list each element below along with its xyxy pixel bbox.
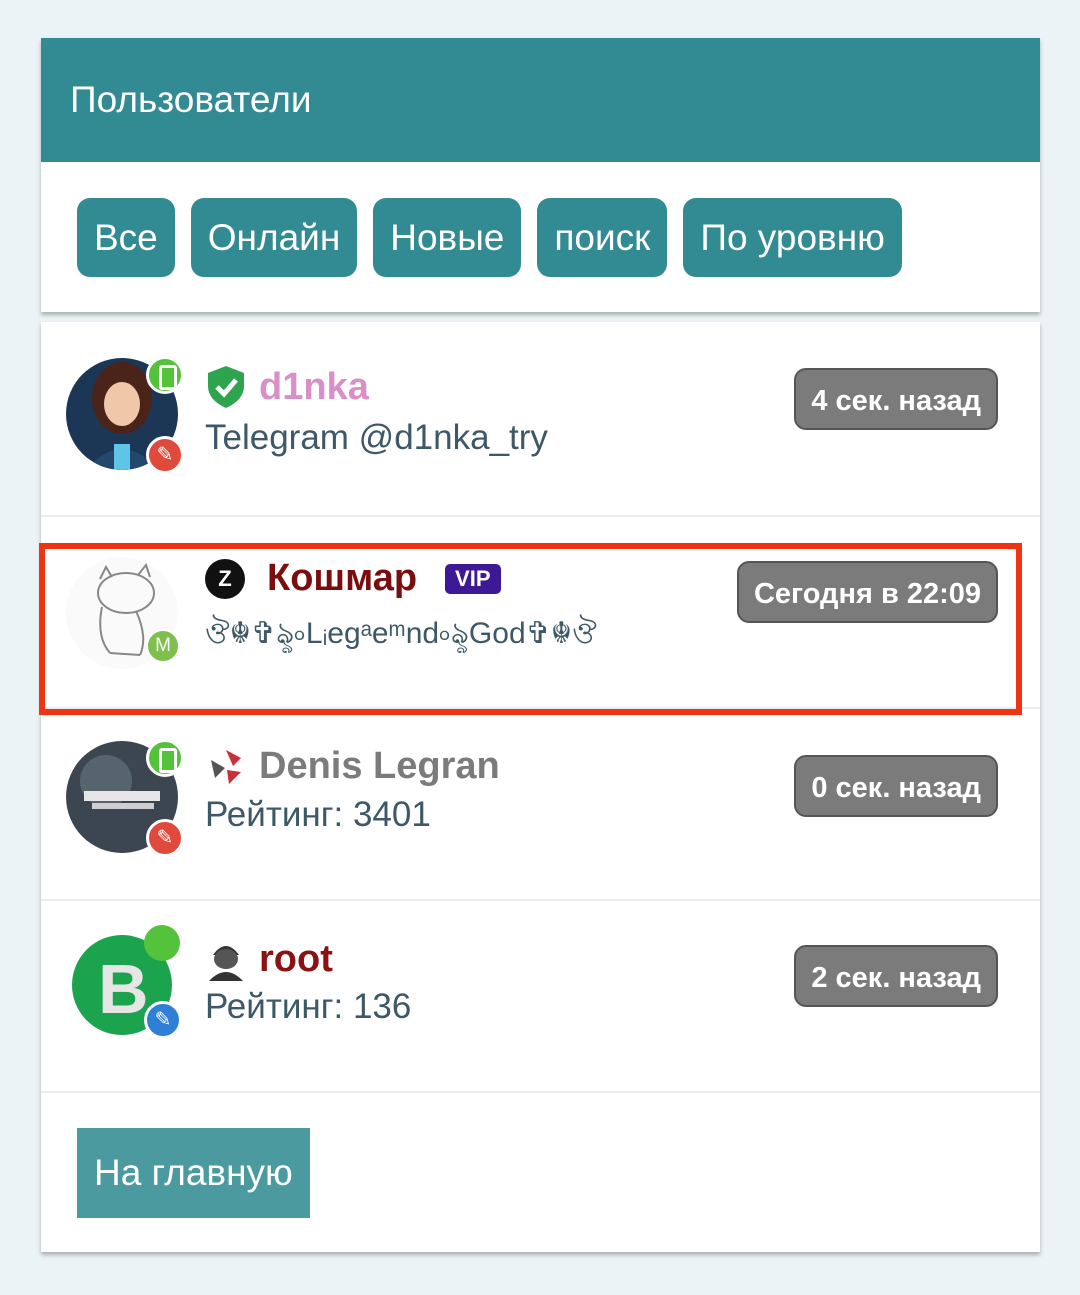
moderator-badge-icon: M <box>146 629 180 663</box>
avatar[interactable]: M <box>66 557 180 669</box>
vip-badge: VIP <box>445 563 501 594</box>
user-name[interactable]: Denis Legran <box>259 745 500 788</box>
hacker-icon <box>209 946 243 981</box>
filter-tabs: Все Онлайн Новые поиск По уровню <box>77 198 902 277</box>
last-seen-badge: 2 сек. назад <box>794 945 998 1007</box>
home-button[interactable]: На главную <box>77 1128 310 1218</box>
users-panel-header: Пользователи Все Онлайн Новые поиск По у… <box>41 38 1040 312</box>
user-name-line: d1nka <box>205 364 369 410</box>
list-item[interactable]: ✎ d1nka Telegram @d1nka_try 4 сек. назад <box>41 322 1040 515</box>
user-name[interactable]: Кошмар <box>267 557 417 600</box>
tab-all[interactable]: Все <box>77 198 175 277</box>
last-seen-badge: 4 сек. назад <box>794 368 998 430</box>
users-list: ✎ d1nka Telegram @d1nka_try 4 сек. назад… <box>41 322 1040 1252</box>
user-subtitle: Рейтинг: 3401 <box>205 795 431 834</box>
page-title: Пользователи <box>41 38 1040 162</box>
tab-new[interactable]: Новые <box>373 198 522 277</box>
wrench-icon: ✎ <box>146 819 184 857</box>
list-item[interactable]: B ✎ root Рейтинг: 136 2 сек. назад <box>41 901 1040 1091</box>
wrench-icon: ✎ <box>144 1001 182 1039</box>
tab-online[interactable]: Онлайн <box>190 198 358 277</box>
verified-shield-icon <box>208 366 244 408</box>
list-item[interactable]: ✎ Denis Legran Рейтинг: 3401 0 сек. наза… <box>41 709 1040 899</box>
avatar[interactable]: B ✎ <box>72 925 182 1039</box>
mobile-online-icon <box>146 356 184 394</box>
user-name-line: root <box>205 937 333 981</box>
mobile-online-icon <box>146 739 184 777</box>
user-name[interactable]: root <box>259 938 333 981</box>
status-z-icon: Z <box>205 558 245 599</box>
user-name-line: Denis Legran <box>205 745 500 788</box>
avatar[interactable]: ✎ <box>66 739 184 857</box>
svg-text:B: B <box>98 950 149 1028</box>
team-logo-icon <box>211 749 241 784</box>
wrench-icon: ✎ <box>146 436 184 474</box>
list-item[interactable]: M Z Кошмар VIP ঔ☬✞ৡ৹Lᵢegᵃeᵐnd৹ৡGod✞☬ঔ Се… <box>41 517 1040 707</box>
user-name-line: Z Кошмар VIP <box>205 557 501 600</box>
online-dot-icon <box>144 925 180 961</box>
tab-by-level[interactable]: По уровню <box>683 198 902 277</box>
user-name[interactable]: d1nka <box>259 366 369 409</box>
last-seen-badge: 0 сек. назад <box>794 755 998 817</box>
row-divider <box>41 1091 1040 1093</box>
last-seen-badge: Сегодня в 22:09 <box>736 561 998 623</box>
user-subtitle: Telegram @d1nka_try <box>205 418 548 457</box>
tab-search[interactable]: поиск <box>537 198 668 277</box>
avatar[interactable]: ✎ <box>66 356 184 474</box>
user-subtitle: ঔ☬✞ৡ৹Lᵢegᵃeᵐnd৹ৡGod✞☬ঔ <box>205 617 597 650</box>
user-subtitle: Рейтинг: 136 <box>205 987 412 1026</box>
